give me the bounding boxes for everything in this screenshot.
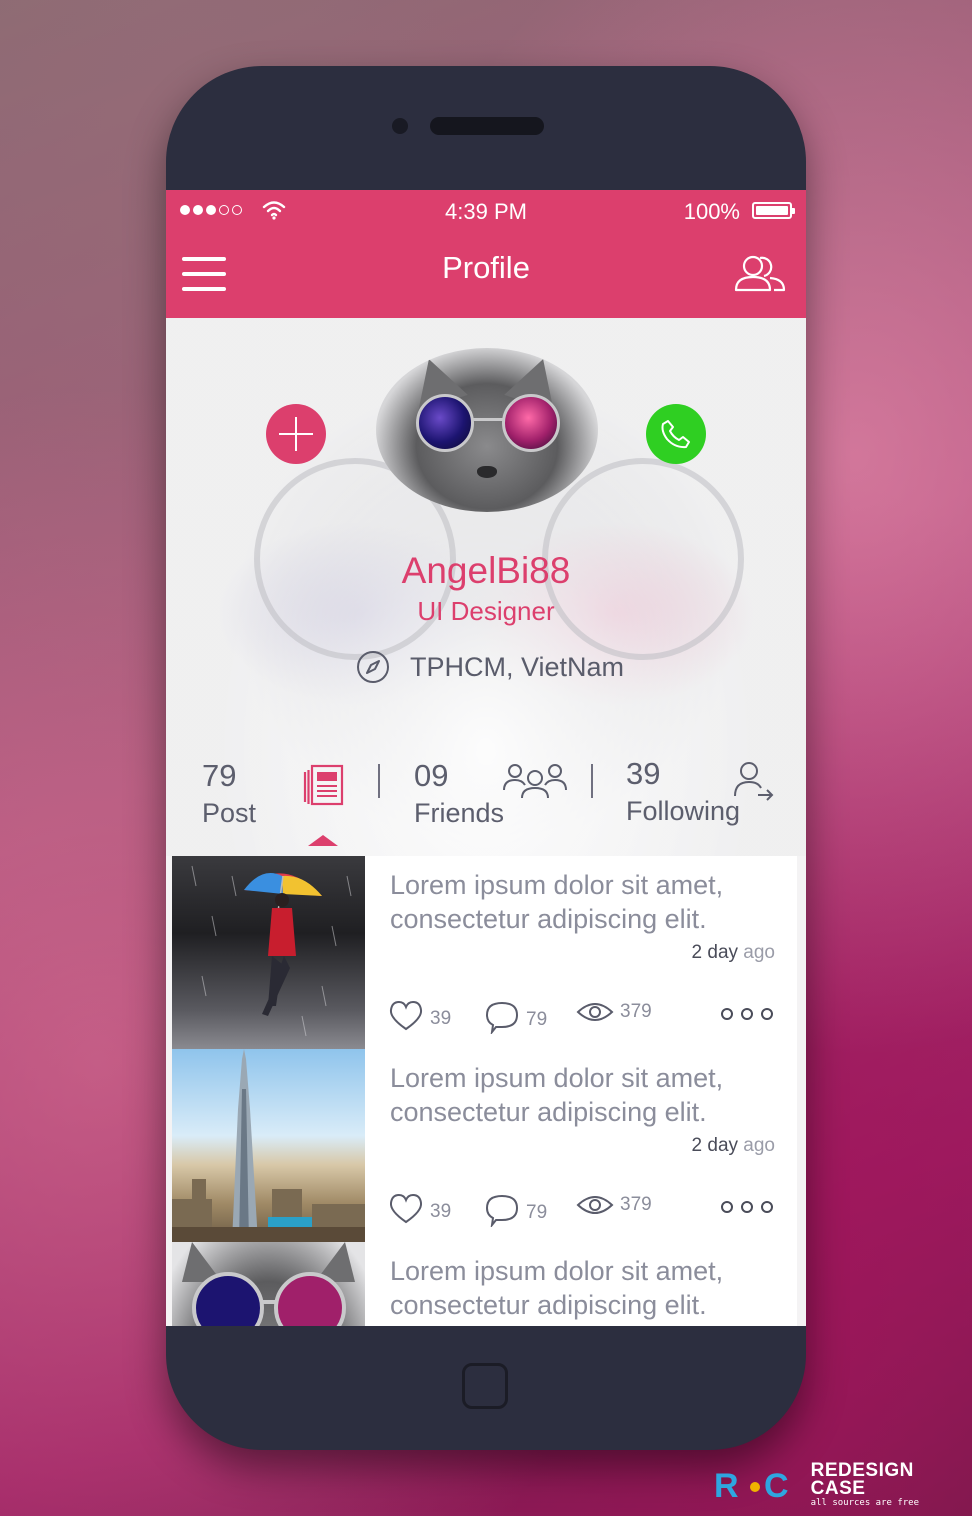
comment-metric[interactable]: 79 <box>484 1000 547 1034</box>
newspaper-icon <box>303 764 344 806</box>
eye-icon <box>576 1003 614 1021</box>
brand-tagline: all sources are free <box>810 1498 920 1508</box>
comment-bubble-icon <box>485 1001 519 1034</box>
post-time-unit: ago <box>743 1135 775 1156</box>
page-title: Profile <box>442 250 530 285</box>
brand-mark-right: C <box>764 1466 789 1505</box>
profile-location: TPHCM, VietNam <box>356 650 624 684</box>
brand-mark-left: R <box>714 1466 739 1505</box>
stat-following-label: Following <box>626 796 741 826</box>
selected-tab-indicator <box>308 835 338 846</box>
view-metric: 379 <box>576 1193 652 1217</box>
group-icon <box>503 764 567 799</box>
like-metric[interactable]: 39 <box>388 1193 451 1225</box>
home-button[interactable] <box>462 1363 508 1409</box>
user-follow-icon <box>734 762 774 801</box>
profile-role: UI Designer <box>417 596 555 626</box>
compass-icon <box>357 651 389 683</box>
like-metric[interactable]: 39 <box>388 1000 451 1032</box>
earpiece-speaker <box>430 117 544 135</box>
location-text: TPHCM, VietNam <box>410 651 625 682</box>
brand-watermark: R C REDESIGN CASE all sources are free <box>714 1460 972 1509</box>
post-timestamp: 2 day ago <box>692 1135 775 1157</box>
post-timestamp: 2 day ago <box>692 942 775 964</box>
stat-posts-value: 79 <box>202 758 237 793</box>
post-title[interactable]: Lorem ipsum dolor sit amet, consectetur … <box>390 1254 780 1322</box>
post-title[interactable]: Lorem ipsum dolor sit amet, consectetur … <box>390 1061 780 1129</box>
post-time-unit: ago <box>743 942 775 963</box>
post-card[interactable]: Lorem ipsum dolor sit amet, consectetur … <box>172 1049 797 1243</box>
view-metric: 379 <box>576 1000 652 1024</box>
stat-following-value: 39 <box>626 756 661 791</box>
post-thumbnail[interactable] <box>172 1049 365 1242</box>
app-screen: 4:39 PM 100% Profile AngelBi88 UI Design… <box>166 190 806 1326</box>
comment-count: 79 <box>526 1009 548 1030</box>
call-button[interactable] <box>646 404 706 464</box>
add-friend-button[interactable] <box>266 404 326 464</box>
stat-posts-label: Post <box>202 798 257 828</box>
status-bar: 4:39 PM 100% <box>166 190 806 232</box>
like-count: 39 <box>430 1201 452 1222</box>
comment-count: 79 <box>526 1202 548 1223</box>
more-options-icon[interactable] <box>721 1201 773 1213</box>
brand-name: REDESIGN CASE <box>810 1460 914 1499</box>
phone-icon <box>661 420 690 449</box>
profile-username: AngelBi88 <box>401 550 571 591</box>
post-time-value: 2 day <box>691 942 739 963</box>
stat-friends-label: Friends <box>414 798 505 828</box>
friends-icon[interactable] <box>730 250 788 296</box>
stat-friends-value: 09 <box>414 758 449 793</box>
brand-logo: R C <box>714 1469 803 1503</box>
post-card[interactable]: Lorem ipsum dolor sit amet, consectetur … <box>172 1242 797 1326</box>
front-camera <box>392 118 408 134</box>
more-options-icon[interactable] <box>721 1008 773 1020</box>
post-card[interactable]: Lorem ipsum dolor sit amet, consectetur … <box>172 856 797 1050</box>
battery-icon <box>752 202 795 219</box>
comment-metric[interactable]: 79 <box>484 1193 547 1227</box>
profile-header: AngelBi88 UI Designer TPHCM, VietNam <box>166 318 806 856</box>
avatar[interactable] <box>376 348 598 512</box>
eye-icon <box>576 1196 614 1214</box>
post-title[interactable]: Lorem ipsum dolor sit amet, consectetur … <box>390 868 780 936</box>
post-time-value: 2 day <box>691 1135 739 1156</box>
like-count: 39 <box>430 1008 452 1029</box>
post-thumbnail[interactable] <box>172 1242 365 1326</box>
comment-bubble-icon <box>485 1194 519 1227</box>
post-thumbnail[interactable] <box>172 856 365 1049</box>
battery-level-fill <box>756 206 788 215</box>
view-count: 379 <box>620 1194 652 1215</box>
stat-divider <box>378 764 380 798</box>
view-count: 379 <box>620 1001 652 1022</box>
heart-icon <box>389 1000 423 1031</box>
heart-icon <box>389 1193 423 1224</box>
battery-percentage: 100% <box>683 199 740 224</box>
stat-divider <box>591 764 593 798</box>
navigation-bar: Profile <box>166 232 806 318</box>
